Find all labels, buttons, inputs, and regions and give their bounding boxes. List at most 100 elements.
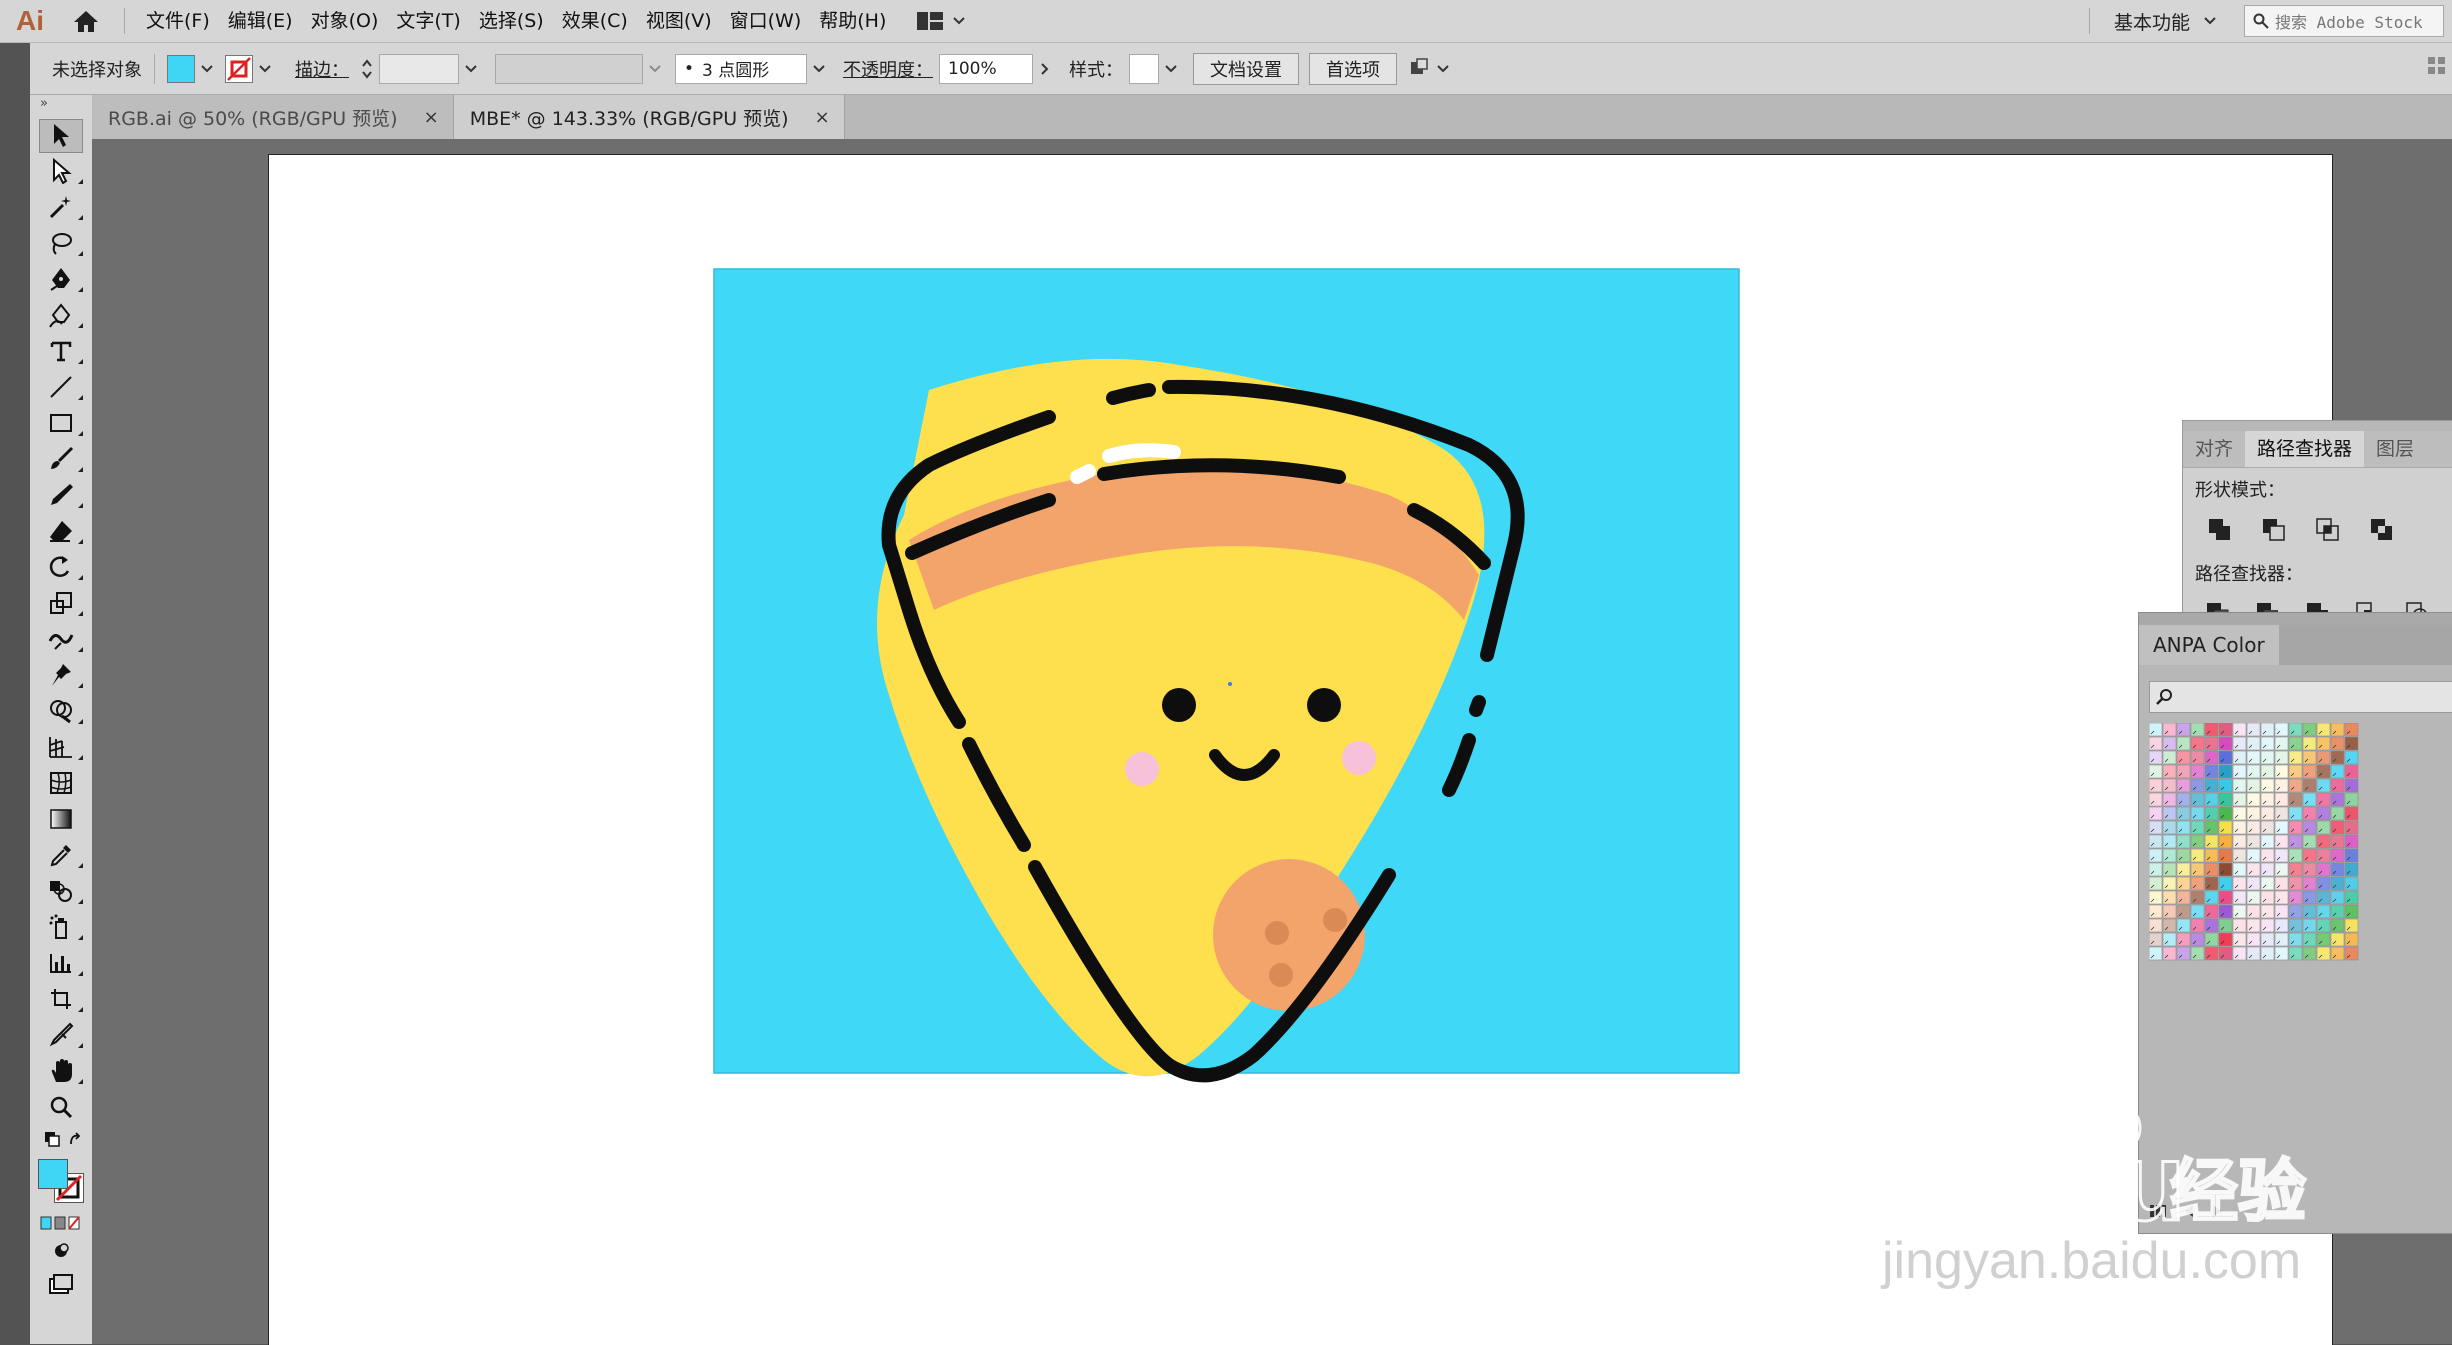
color-swatch[interactable] <box>2274 834 2289 849</box>
selection-tool[interactable] <box>30 117 92 153</box>
lasso-tool[interactable] <box>30 225 92 261</box>
eraser-tool[interactable] <box>30 513 92 549</box>
color-swatch[interactable] <box>2302 820 2317 835</box>
color-swatch[interactable] <box>2330 862 2345 877</box>
color-swatch[interactable] <box>2316 904 2331 919</box>
menu-window[interactable]: 窗口(W) <box>721 0 811 42</box>
line-segment-tool[interactable] <box>30 369 92 405</box>
color-swatch[interactable] <box>2302 834 2317 849</box>
color-swatch[interactable] <box>2149 946 2163 961</box>
scale-tool[interactable] <box>30 585 92 621</box>
color-swatch[interactable] <box>2190 862 2205 877</box>
color-swatch[interactable] <box>2162 778 2177 793</box>
color-swatch[interactable] <box>2260 946 2275 961</box>
symbol-sprayer-tool[interactable] <box>30 909 92 945</box>
color-swatch[interactable] <box>2302 862 2317 877</box>
pen-tool[interactable] <box>30 261 92 297</box>
color-swatch[interactable] <box>2190 834 2205 849</box>
color-swatch[interactable] <box>2288 904 2303 919</box>
color-swatch[interactable] <box>2162 918 2177 933</box>
color-swatch[interactable] <box>2232 918 2247 933</box>
color-swatch[interactable] <box>2218 820 2233 835</box>
rectangle-tool[interactable] <box>30 405 92 441</box>
color-swatch[interactable] <box>2344 932 2359 947</box>
color-swatch[interactable] <box>2190 848 2205 863</box>
stroke-weight-dropdown[interactable] <box>459 54 483 84</box>
color-swatch[interactable] <box>2302 946 2317 961</box>
graphic-style-swatch[interactable] <box>1129 53 1159 84</box>
fill-stroke-swatches[interactable] <box>30 1155 92 1211</box>
color-swatch[interactable] <box>2344 876 2359 891</box>
color-swatch[interactable] <box>2274 848 2289 863</box>
color-swatch[interactable] <box>2149 806 2163 821</box>
color-swatch[interactable] <box>2190 778 2205 793</box>
color-swatch[interactable] <box>2190 946 2205 961</box>
stroke-dropdown[interactable] <box>253 54 277 84</box>
menu-edit[interactable]: 编辑(E) <box>219 0 302 42</box>
color-swatch[interactable] <box>2260 862 2275 877</box>
color-swatch[interactable] <box>2260 820 2275 835</box>
color-swatch[interactable] <box>2204 904 2219 919</box>
color-swatch[interactable] <box>2204 834 2219 849</box>
color-swatch[interactable] <box>2190 876 2205 891</box>
color-swatch[interactable] <box>2302 764 2317 779</box>
unite-button[interactable] <box>2203 514 2237 544</box>
artboard-tool[interactable] <box>30 981 92 1017</box>
color-swatch[interactable] <box>2316 750 2331 765</box>
color-swatch[interactable] <box>2330 946 2345 961</box>
color-swatch[interactable] <box>2162 848 2177 863</box>
color-swatch[interactable] <box>2218 806 2233 821</box>
color-swatch[interactable] <box>2232 946 2247 961</box>
color-swatch[interactable] <box>2344 736 2359 751</box>
color-swatch[interactable] <box>2302 778 2317 793</box>
color-swatch[interactable] <box>2274 932 2289 947</box>
color-swatch[interactable] <box>2162 806 2177 821</box>
color-swatch[interactable] <box>2274 862 2289 877</box>
color-swatch[interactable] <box>2246 806 2261 821</box>
color-swatch[interactable] <box>2218 792 2233 807</box>
color-swatch[interactable] <box>2316 820 2331 835</box>
color-swatch[interactable] <box>2330 904 2345 919</box>
color-swatch[interactable] <box>2246 820 2261 835</box>
color-swatch[interactable] <box>2260 806 2275 821</box>
color-swatch[interactable] <box>2316 862 2331 877</box>
color-swatch[interactable] <box>2149 820 2163 835</box>
color-swatch[interactable] <box>2190 932 2205 947</box>
color-swatch[interactable] <box>2260 890 2275 905</box>
menu-file[interactable]: 文件(F) <box>137 0 219 42</box>
tab-layers[interactable]: 图层 <box>2364 431 2426 467</box>
color-swatch[interactable] <box>2149 932 2163 947</box>
color-swatch[interactable] <box>2162 876 2177 891</box>
color-swatch[interactable] <box>2288 890 2303 905</box>
color-swatch[interactable] <box>2246 750 2261 765</box>
color-swatch[interactable] <box>2246 932 2261 947</box>
color-swatch[interactable] <box>2204 750 2219 765</box>
tab-mbe[interactable]: MBE* @ 143.33% (RGB/GPU 预览) × <box>453 95 845 139</box>
color-swatch[interactable] <box>2204 723 2219 737</box>
color-swatch[interactable] <box>2330 806 2345 821</box>
color-swatch[interactable] <box>2274 778 2289 793</box>
color-swatch[interactable] <box>2176 806 2191 821</box>
menu-select[interactable]: 选择(S) <box>470 0 553 42</box>
arrange-documents-button[interactable] <box>917 12 966 30</box>
color-swatch[interactable] <box>2232 848 2247 863</box>
color-swatch[interactable] <box>2260 723 2275 737</box>
color-swatch[interactable] <box>2316 764 2331 779</box>
fill-dropdown[interactable] <box>195 54 219 84</box>
color-swatch[interactable] <box>2162 932 2177 947</box>
color-swatch[interactable] <box>2288 778 2303 793</box>
color-swatch[interactable] <box>2302 876 2317 891</box>
intersect-button[interactable] <box>2311 514 2345 544</box>
menu-view[interactable]: 视图(V) <box>637 0 721 42</box>
rotate-tool[interactable] <box>30 549 92 585</box>
color-swatch[interactable] <box>2288 764 2303 779</box>
tab-pathfinder[interactable]: 路径查找器 <box>2245 431 2365 467</box>
color-swatch[interactable] <box>2149 904 2163 919</box>
hand-tool[interactable] <box>30 1053 92 1089</box>
color-swatch[interactable] <box>2288 723 2303 737</box>
color-swatch[interactable] <box>2162 946 2177 961</box>
color-swatch[interactable] <box>2260 764 2275 779</box>
color-swatch[interactable] <box>2288 820 2303 835</box>
color-swatch[interactable] <box>2176 946 2191 961</box>
color-swatch[interactable] <box>2330 723 2345 737</box>
